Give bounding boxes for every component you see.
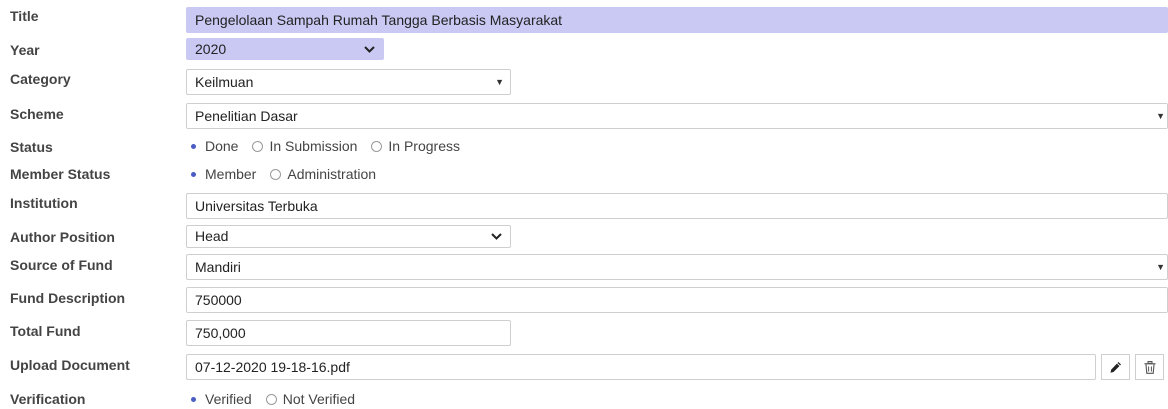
category-value: Keilmuan <box>195 74 254 90</box>
delete-document-button[interactable] <box>1135 354 1164 380</box>
radio-empty-icon <box>252 140 264 152</box>
title-field[interactable]: Pengelolaan Sampah Rumah Tangga Berbasis… <box>186 7 1168 33</box>
member-status-option-member[interactable]: Member <box>188 166 256 182</box>
chevron-down-icon <box>364 39 375 53</box>
author-position-value: Head <box>195 228 229 244</box>
author-position-select[interactable]: Head <box>186 225 511 248</box>
upload-document-value: 07-12-2020 19-18-16.pdf <box>195 359 350 375</box>
fund-description-label: Fund Description <box>10 290 126 306</box>
radio-empty-icon <box>371 140 383 152</box>
institution-value: Universitas Terbuka <box>195 198 318 214</box>
pencil-icon <box>1110 361 1121 373</box>
member-status-label: Member Status <box>10 166 111 182</box>
radio-selected-icon <box>188 140 199 152</box>
category-label: Category <box>10 71 71 87</box>
verification-label: Verification <box>10 391 86 407</box>
verification-radio-group: Verified Not Verified <box>188 389 355 409</box>
source-of-fund-value: Mandiri <box>195 259 241 275</box>
status-label: Status <box>10 139 53 155</box>
scheme-select[interactable]: Penelitian Dasar ▼ <box>186 103 1168 129</box>
upload-document-label: Upload Document <box>10 357 130 373</box>
year-value: 2020 <box>195 41 227 57</box>
fund-description-input[interactable]: 750000 <box>186 287 1168 313</box>
status-option-in-progress[interactable]: In Progress <box>371 138 460 154</box>
scheme-label: Scheme <box>10 106 64 122</box>
year-select[interactable]: 2020 <box>186 38 384 60</box>
author-position-label: Author Position <box>10 229 115 245</box>
title-value: Pengelolaan Sampah Rumah Tangga Berbasis… <box>195 12 563 28</box>
scheme-value: Penelitian Dasar <box>195 108 298 124</box>
trash-icon <box>1144 360 1155 374</box>
title-label: Title <box>10 8 39 24</box>
source-of-fund-select[interactable]: Mandiri ▼ <box>186 254 1168 280</box>
verification-option-not-verified[interactable]: Not Verified <box>265 391 355 407</box>
member-status-radio-group: Member Administration <box>188 164 376 184</box>
total-fund-input[interactable]: 750,000 <box>186 320 511 346</box>
caret-down-icon: ▼ <box>1156 262 1165 272</box>
member-status-option-administration[interactable]: Administration <box>270 166 376 182</box>
radio-empty-icon <box>265 393 277 405</box>
edit-document-button[interactable] <box>1101 354 1130 380</box>
total-fund-value: 750,000 <box>195 325 246 341</box>
radio-empty-icon <box>270 168 282 180</box>
source-of-fund-label: Source of Fund <box>10 257 113 273</box>
total-fund-label: Total Fund <box>10 323 81 339</box>
caret-down-icon: ▼ <box>495 77 504 87</box>
upload-document-filename[interactable]: 07-12-2020 19-18-16.pdf <box>186 354 1096 380</box>
radio-selected-icon <box>188 168 199 180</box>
institution-label: Institution <box>10 195 78 211</box>
chevron-down-icon <box>491 226 502 240</box>
status-radio-group: Done In Submission In Progress <box>188 136 460 156</box>
status-option-done[interactable]: Done <box>188 138 238 154</box>
radio-selected-icon <box>188 393 199 405</box>
status-option-in-submission[interactable]: In Submission <box>252 138 357 154</box>
verification-option-verified[interactable]: Verified <box>188 391 252 407</box>
category-select[interactable]: Keilmuan ▼ <box>186 69 511 95</box>
caret-down-icon: ▼ <box>1156 111 1165 121</box>
institution-input[interactable]: Universitas Terbuka <box>186 193 1168 219</box>
fund-description-value: 750000 <box>195 292 242 308</box>
year-label: Year <box>10 42 40 58</box>
